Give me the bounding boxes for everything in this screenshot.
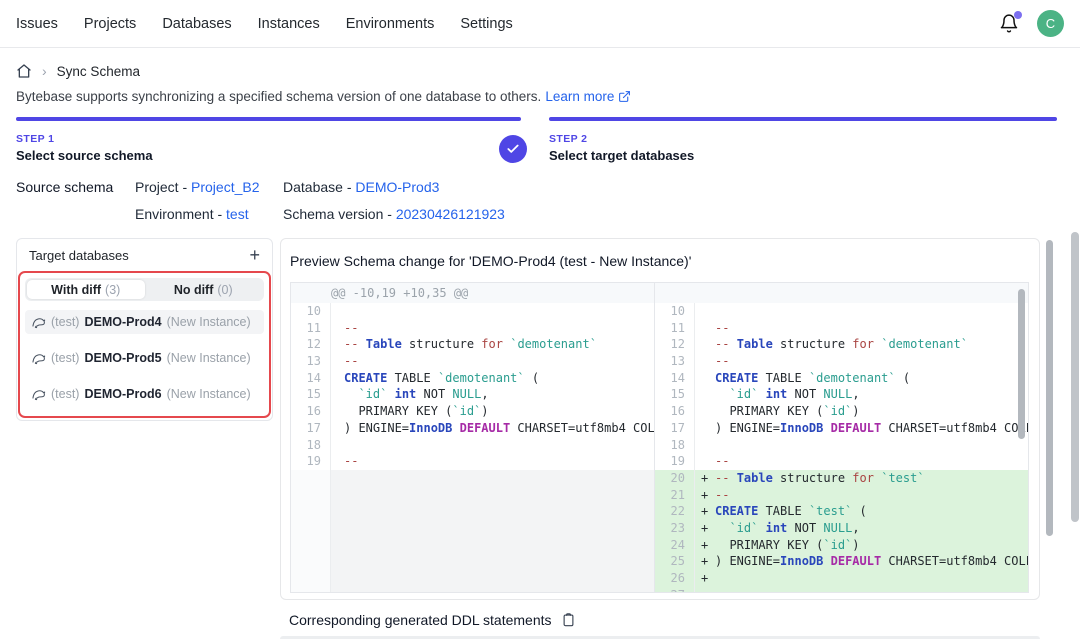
home-icon[interactable] <box>16 63 32 79</box>
nav-item-databases[interactable]: Databases <box>162 16 231 32</box>
tab-no-diff-label: No diff <box>174 283 214 297</box>
diff-filter-tabs: With diff (3) No diff (0) <box>25 278 264 301</box>
breadcrumb-current: Sync Schema <box>57 64 140 79</box>
target-item-demo-prod4[interactable]: (test) DEMO-Prod4 (New Instance) <box>25 310 264 334</box>
chevron-right-icon: › <box>42 63 47 79</box>
avatar[interactable]: C <box>1037 10 1064 37</box>
database-link[interactable]: DEMO-Prod3 <box>355 179 439 195</box>
target-database-list: (test) DEMO-Prod4 (New Instance) (test) … <box>25 310 264 406</box>
target-item-demo-prod5[interactable]: (test) DEMO-Prod5 (New Instance) <box>25 346 264 370</box>
diff-hunk-header: @@ -10,19 +10,35 @@ <box>291 283 654 303</box>
target-name: DEMO-Prod6 <box>84 387 161 401</box>
database-label: Database - <box>283 179 355 195</box>
step1-progress-bar <box>16 117 521 121</box>
nav-item-issues[interactable]: Issues <box>16 16 58 32</box>
intro-text: Bytebase supports synchronizing a specif… <box>16 89 631 104</box>
navbar-right: C <box>999 10 1064 37</box>
tab-with-diff[interactable]: With diff (3) <box>27 280 145 299</box>
schema-version-label: Schema version - <box>283 206 396 222</box>
step2-block: STEP 2 Select target databases <box>549 133 694 163</box>
external-link-icon[interactable] <box>618 90 631 103</box>
ddl-statements-label: Corresponding generated DDL statements <box>289 612 552 628</box>
step2-title: Select target databases <box>549 148 694 163</box>
diff-vertical-scrollbar[interactable] <box>1018 289 1025 439</box>
step1-label: STEP 1 <box>16 133 153 145</box>
nav-item-instances[interactable]: Instances <box>258 16 320 32</box>
page-vertical-scrollbar[interactable] <box>1071 232 1079 522</box>
copy-icon[interactable] <box>561 612 576 628</box>
nav-item-settings[interactable]: Settings <box>460 16 512 32</box>
diff-hunk-text: @@ -10,19 +10,35 @@ <box>331 286 468 300</box>
schema-diff-view: @@ -10,19 +10,35 @@ 1011--12-- Table str… <box>290 282 1029 593</box>
schema-version-field: Schema version - 20230426121923 <box>283 206 505 222</box>
ddl-footer: Corresponding generated DDL statements <box>289 612 576 628</box>
environment-field: Environment - test <box>135 206 249 222</box>
target-suffix: (New Instance) <box>167 351 251 365</box>
diff-target-rows: 1011--12-- Table structure for `demotena… <box>655 303 1028 592</box>
mysql-icon <box>31 387 46 402</box>
step1-title: Select source schema <box>16 148 153 163</box>
mysql-icon <box>31 315 46 330</box>
panel-vertical-scrollbar[interactable] <box>1046 240 1053 536</box>
diff-hunk-header-right <box>655 283 1028 303</box>
tab-no-diff-count: (0) <box>217 283 232 297</box>
target-suffix: (New Instance) <box>167 387 251 401</box>
target-env: (test) <box>51 387 79 401</box>
project-label: Project - <box>135 179 191 195</box>
diff-pane-source: @@ -10,19 +10,35 @@ 1011--12-- Table str… <box>291 283 654 592</box>
top-navbar: Issues Projects Databases Instances Envi… <box>0 0 1080 48</box>
target-list-highlight-box: With diff (3) No diff (0) (test) DEMO-Pr… <box>18 271 271 418</box>
mysql-icon <box>31 351 46 366</box>
source-schema-label: Source schema <box>16 179 113 195</box>
intro-sentence: Bytebase supports synchronizing a specif… <box>16 89 541 104</box>
target-panel-title: Target databases <box>29 248 129 263</box>
diff-pane-target: 1011--12-- Table structure for `demotena… <box>654 283 1028 592</box>
target-item-demo-prod6[interactable]: (test) DEMO-Prod6 (New Instance) <box>25 382 264 406</box>
notification-bell-icon[interactable] <box>999 13 1021 35</box>
target-env: (test) <box>51 351 79 365</box>
tab-with-diff-label: With diff <box>51 283 101 297</box>
target-suffix: (New Instance) <box>167 315 251 329</box>
environment-link[interactable]: test <box>226 206 249 222</box>
step1-complete-check-icon <box>499 135 527 163</box>
target-name: DEMO-Prod5 <box>84 351 161 365</box>
schema-version-link[interactable]: 20230426121923 <box>396 206 505 222</box>
tab-with-diff-count: (3) <box>105 283 120 297</box>
environment-label: Environment - <box>135 206 226 222</box>
nav-item-projects[interactable]: Projects <box>84 16 136 32</box>
target-panel-header: Target databases + <box>17 239 272 271</box>
step1-block: STEP 1 Select source schema <box>16 133 153 163</box>
tab-no-diff[interactable]: No diff (0) <box>145 280 263 299</box>
add-target-database-button[interactable]: + <box>249 246 260 264</box>
breadcrumb: › Sync Schema <box>16 63 140 79</box>
nav-item-environments[interactable]: Environments <box>346 16 435 32</box>
target-env: (test) <box>51 315 79 329</box>
target-name: DEMO-Prod4 <box>84 315 161 329</box>
diff-source-rows: 1011--12-- Table structure for `demotena… <box>291 303 654 470</box>
target-databases-panel: Target databases + With diff (3) No diff… <box>16 238 273 421</box>
step2-progress-bar <box>549 117 1057 121</box>
project-field: Project - Project_B2 <box>135 179 260 195</box>
notification-dot <box>1014 11 1022 19</box>
preview-title: Preview Schema change for 'DEMO-Prod4 (t… <box>290 253 691 269</box>
project-link[interactable]: Project_B2 <box>191 179 259 195</box>
step2-label: STEP 2 <box>549 133 694 145</box>
database-field: Database - DEMO-Prod3 <box>283 179 439 195</box>
schema-preview-panel: Preview Schema change for 'DEMO-Prod4 (t… <box>280 238 1040 600</box>
sync-schema-page: Issues Projects Databases Instances Envi… <box>0 0 1080 639</box>
diff-source-filler <box>291 470 654 592</box>
learn-more-link[interactable]: Learn more <box>545 89 614 104</box>
